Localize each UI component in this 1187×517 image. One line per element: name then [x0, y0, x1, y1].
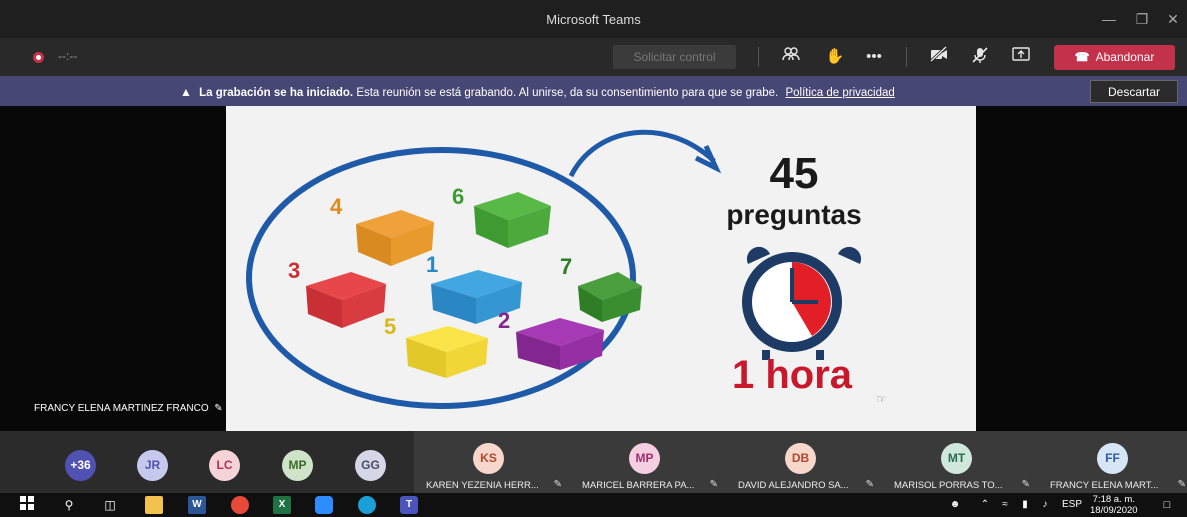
shared-slide: 4 6 3 1 7 5 2 45 preguntas 1 hora — [226, 106, 976, 431]
box-red — [306, 272, 386, 328]
participant-avatar: KS — [473, 443, 504, 474]
recording-banner: ▲ La grabación se ha iniciado. Esta reun… — [0, 76, 1187, 106]
participant-tile[interactable]: FF FRANCY ELENA MART... ✎ — [1038, 431, 1187, 493]
notifications-icon[interactable]: □ — [1158, 496, 1176, 514]
participant-name: MARISOL PORRAS TO... — [894, 480, 1003, 491]
box-number-5: 5 — [384, 314, 396, 339]
pointer-cursor-icon: ☞ — [876, 392, 887, 406]
time-label: 1 hora — [732, 353, 853, 397]
box-orange — [356, 210, 434, 266]
mic-off-icon: ✎ — [553, 479, 562, 490]
language-indicator[interactable]: ESP — [1062, 499, 1082, 510]
participant-avatar[interactable]: LC — [209, 450, 240, 481]
search-icon[interactable]: ⚲ — [60, 496, 78, 514]
zoom-icon[interactable] — [315, 496, 333, 514]
mic-off-icon: ✎ — [709, 479, 718, 490]
participant-name: KAREN YEZENIA HERR... — [426, 480, 539, 491]
box-purple — [516, 318, 604, 370]
speaker-name: FRANCY ELENA MARTINEZ FRANCO — [34, 403, 209, 414]
chevron-up-icon[interactable]: ⌃ — [976, 496, 994, 514]
participants-strip: +36 JR LC MP GG KS KAREN YEZENIA HERR... ✎ MP MAR… — [0, 431, 1187, 493]
toolbar-divider — [758, 47, 759, 67]
box-number-6: 6 — [452, 184, 464, 209]
participant-avatar[interactable]: MP — [282, 450, 313, 481]
wifi-icon[interactable]: ≈ — [996, 496, 1014, 514]
privacy-policy-link[interactable]: Política de privacidad — [785, 87, 894, 99]
participant-name: FRANCY ELENA MART... — [1050, 480, 1159, 491]
recording-icon — [33, 52, 44, 63]
window-title: Microsoft Teams — [546, 12, 641, 27]
task-view-icon[interactable]: ◫ — [101, 496, 119, 514]
leave-button-label: Abandonar — [1095, 50, 1155, 64]
windows-start-icon[interactable] — [18, 496, 36, 514]
word-icon[interactable]: W — [188, 496, 206, 514]
participant-name: DAVID ALEJANDRO SA... — [738, 480, 849, 491]
meeting-timer: --:-- — [58, 49, 78, 63]
mic-off-icon: ✎ — [865, 479, 874, 490]
battery-icon[interactable]: ▮ — [1016, 496, 1034, 514]
banner-title: La grabación se ha iniciado. — [199, 87, 354, 99]
participant-avatar[interactable]: JR — [137, 450, 168, 481]
chrome-icon[interactable] — [231, 496, 249, 514]
people-icon[interactable]: ☻ — [946, 496, 964, 514]
participant-avatar: FF — [1097, 443, 1128, 474]
clock[interactable]: 7:18 a. m. 18/09/2020 — [1090, 494, 1138, 516]
participant-tile[interactable]: KS KAREN YEZENIA HERR... ✎ — [414, 431, 570, 493]
windows-taskbar: ⚲ ◫ W X T ☻ ⌃ ≈ ▮ ♪ ESP 7:18 a. m. 18/09… — [0, 493, 1187, 517]
more-participants-badge[interactable]: +36 — [65, 450, 96, 481]
box-number-7: 7 — [560, 254, 572, 279]
share-screen-icon[interactable] — [1009, 46, 1033, 68]
box-number-4: 4 — [330, 194, 343, 219]
shared-content-stage: 4 6 3 1 7 5 2 45 preguntas 1 hora FRANCY… — [0, 106, 1187, 431]
participant-tile[interactable]: MP MARICEL BARRERA PA... ✎ — [570, 431, 726, 493]
title-bar: Microsoft Teams — ❐ ✕ — [0, 0, 1187, 38]
question-count: 45 — [770, 149, 819, 198]
excel-icon[interactable]: X — [273, 496, 291, 514]
request-control-button[interactable]: Solicitar control — [613, 45, 736, 69]
file-explorer-icon[interactable] — [145, 496, 163, 514]
close-icon[interactable]: ✕ — [1161, 8, 1185, 30]
participants-icon[interactable] — [779, 46, 803, 68]
clock-time: 7:18 a. m. — [1092, 494, 1135, 505]
slide-illustration: 4 6 3 1 7 5 2 45 preguntas 1 hora — [246, 129, 862, 409]
more-options-icon[interactable]: ••• — [862, 46, 886, 68]
box-number-3: 3 — [288, 258, 300, 283]
box-green-top — [474, 192, 551, 248]
edge-icon[interactable] — [358, 496, 376, 514]
speaker-name-label: FRANCY ELENA MARTINEZ FRANCO ✎ — [34, 403, 223, 414]
box-number-1: 1 — [426, 252, 438, 277]
teams-icon[interactable]: T — [400, 496, 418, 514]
participant-avatar: MT — [941, 443, 972, 474]
banner-message: Esta reunión se está grabando. Al unirse… — [356, 87, 779, 99]
leave-button[interactable]: ☎ Abandonar — [1054, 45, 1175, 70]
box-yellow — [406, 326, 488, 378]
mic-off-icon: ✎ — [1177, 479, 1186, 490]
dismiss-button[interactable]: Descartar — [1090, 80, 1178, 103]
slide-arrow — [568, 129, 716, 178]
camera-off-icon[interactable] — [927, 45, 951, 68]
warning-icon: ▲ — [180, 85, 192, 99]
toolbar-divider — [906, 47, 907, 67]
participant-avatar: MP — [629, 443, 660, 474]
meeting-controls-bar: --:-- Solicitar control ✋ ••• ☎ Abandonar — [0, 38, 1187, 76]
raise-hand-icon[interactable]: ✋ — [823, 46, 847, 68]
alarm-clock-icon — [742, 246, 862, 360]
participant-avatar: DB — [785, 443, 816, 474]
mic-off-icon: ✎ — [1021, 479, 1030, 490]
volume-icon[interactable]: ♪ — [1036, 496, 1054, 514]
participant-name: MARICEL BARRERA PA... — [582, 480, 695, 491]
box-number-2: 2 — [498, 308, 510, 333]
participant-tile[interactable]: MT MARISOL PORRAS TO... ✎ — [882, 431, 1038, 493]
restore-icon[interactable]: ❐ — [1130, 8, 1154, 30]
questions-label: preguntas — [726, 199, 861, 230]
participant-avatar[interactable]: GG — [355, 450, 386, 481]
minimize-icon[interactable]: — — [1097, 8, 1121, 30]
hang-up-icon: ☎ — [1074, 50, 1090, 64]
participant-tile[interactable]: DB DAVID ALEJANDRO SA... ✎ — [726, 431, 882, 493]
clock-date: 18/09/2020 — [1090, 505, 1138, 516]
mic-off-icon[interactable] — [968, 46, 992, 68]
mic-off-icon: ✎ — [211, 403, 223, 414]
